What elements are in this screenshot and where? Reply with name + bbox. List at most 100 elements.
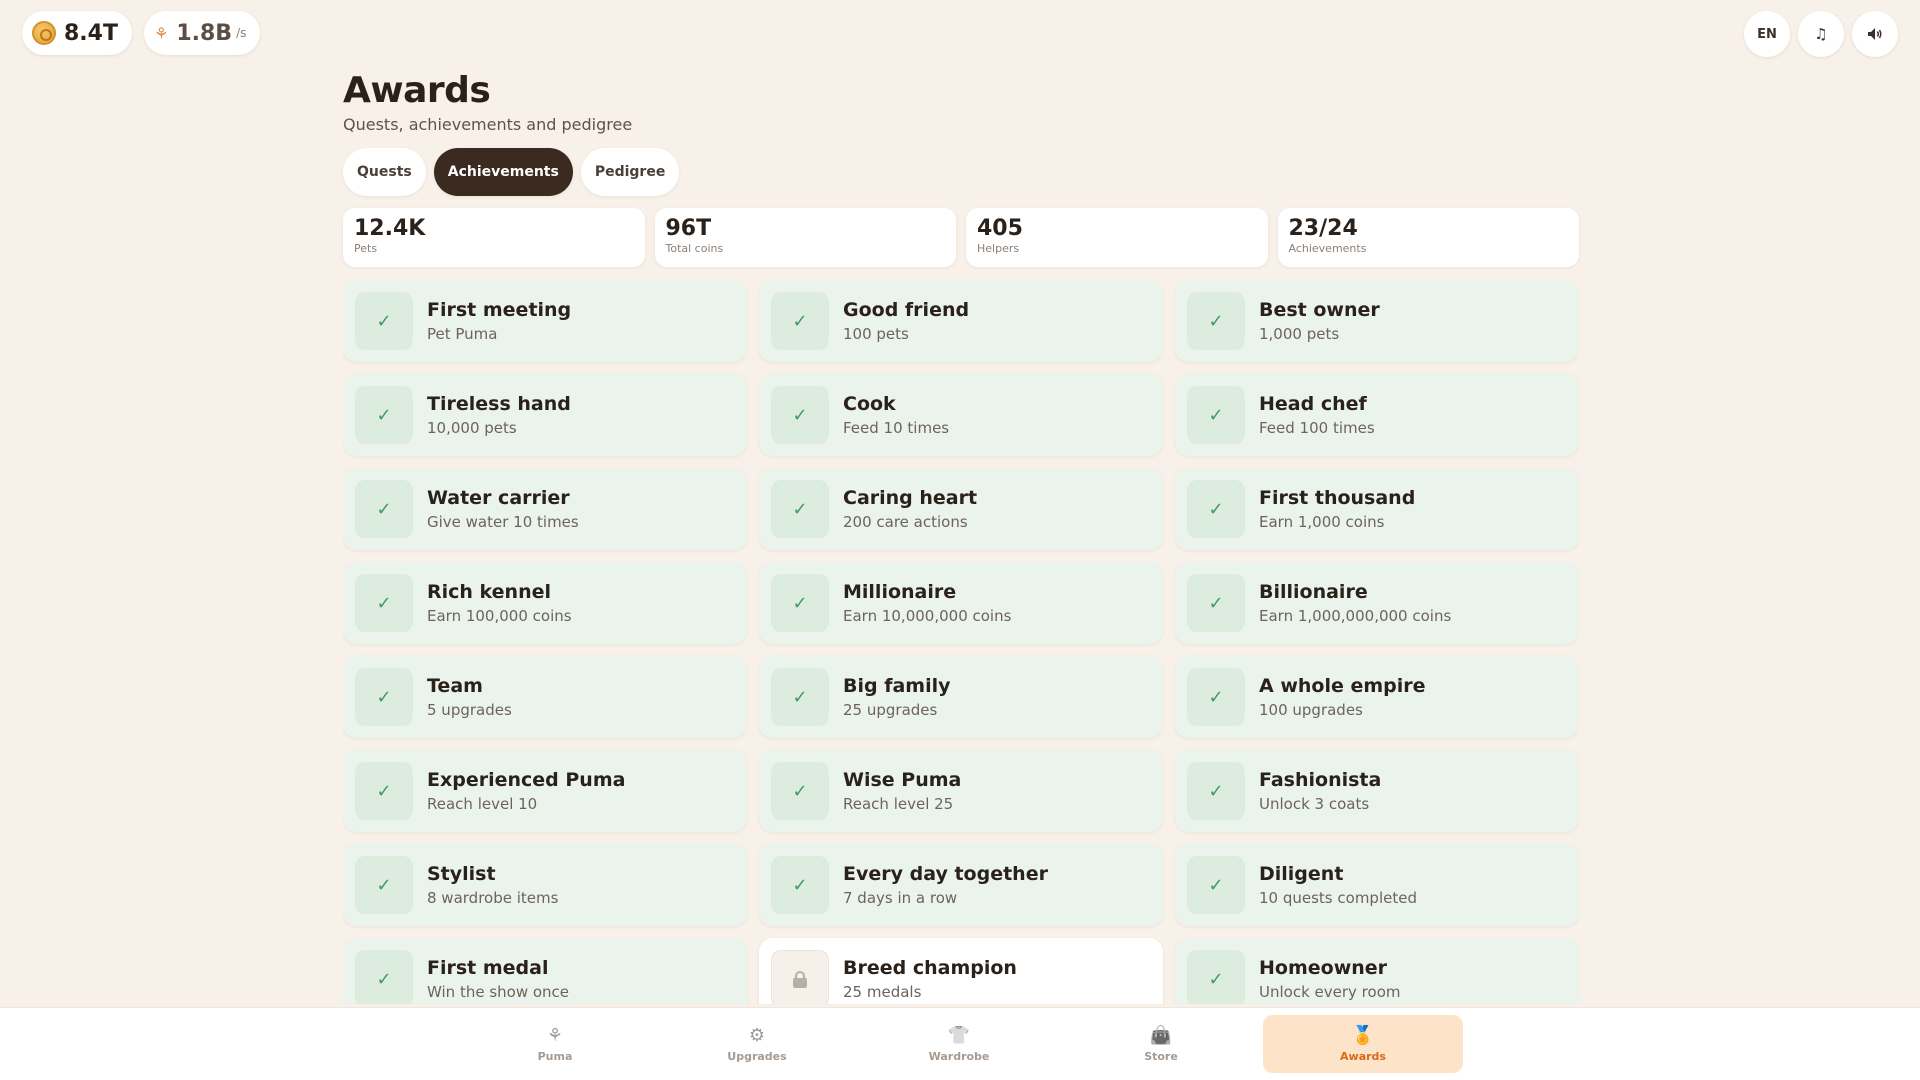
achievement-desc: 10,000 pets	[427, 419, 517, 437]
sound-button[interactable]	[1852, 11, 1898, 57]
page-title: Awards	[343, 70, 491, 111]
achievement-text: Head chef Feed 100 times	[1259, 392, 1375, 438]
achievement-name: Stylist	[427, 863, 496, 885]
achievement-desc: 25 medals	[843, 983, 922, 1001]
achievement-card: ✓ Head chef Feed 100 times	[1175, 374, 1579, 456]
achievement-card: ✓ Team 5 upgrades	[343, 656, 747, 738]
achievement-name: Breed champion	[843, 957, 1017, 979]
achievement-card: ✓ Rich kennel Earn 100,000 coins	[343, 562, 747, 644]
achievement-name: Team	[427, 675, 483, 697]
top-right-controls: EN ♫	[1744, 11, 1898, 57]
stat-total-coins: 96T Total coins	[654, 208, 956, 267]
coin-balance: 8.4T	[22, 11, 132, 55]
achievement-desc: Win the show once	[427, 983, 570, 1001]
achievement-card: ✓ First meeting Pet Puma	[343, 280, 747, 362]
achievement-card: ✓ Cook Feed 10 times	[759, 374, 1163, 456]
checkmark-icon: ✓	[355, 386, 413, 444]
nav-item-label: Awards	[1340, 1049, 1386, 1063]
checkmark-icon: ✓	[1187, 950, 1245, 1004]
achievement-card: ✓ Diligent 10 quests completed	[1175, 844, 1579, 926]
achievement-text: Wise Puma Reach level 25	[843, 768, 961, 814]
stat-value: 23/24	[1288, 216, 1358, 241]
paw-icon: ⚘	[546, 1024, 564, 1046]
achievement-name: First meeting	[427, 299, 572, 321]
achievement-card: ✓ Wise Puma Reach level 25	[759, 750, 1163, 832]
achievement-card: ✓ Good friend 100 pets	[759, 280, 1163, 362]
achievement-text: Best owner 1,000 pets	[1259, 298, 1380, 344]
language-button[interactable]: EN	[1744, 11, 1790, 57]
coin-icon	[32, 21, 56, 45]
stat-label: Achievements	[1288, 242, 1367, 255]
currency-bar: 8.4T ⚘ 1.8B /s	[22, 11, 261, 55]
achievement-desc: 100 upgrades	[1259, 701, 1363, 719]
achievement-desc: Earn 1,000,000,000 coins	[1259, 607, 1452, 625]
music-button[interactable]: ♫	[1798, 11, 1844, 57]
music-note-icon: ♫	[1814, 25, 1828, 43]
achievement-card: Breed champion 25 medals	[759, 938, 1163, 1004]
checkmark-icon: ✓	[771, 292, 829, 350]
achievement-text: Tireless hand 10,000 pets	[427, 392, 571, 438]
achievement-text: Breed champion 25 medals	[843, 956, 1017, 1002]
achievement-name: Good friend	[843, 299, 970, 321]
page-subtitle: Quests, achievements and pedigree	[343, 115, 633, 134]
achievement-text: Big family 25 upgrades	[843, 674, 951, 720]
achievement-desc: 1,000 pets	[1259, 325, 1340, 343]
stat-value: 96T	[665, 216, 712, 241]
achievement-text: Homeowner Unlock every room	[1259, 956, 1400, 1002]
achievement-name: Experienced Puma	[427, 769, 626, 791]
achievement-desc: 8 wardrobe items	[427, 889, 559, 907]
checkmark-icon: ✓	[771, 856, 829, 914]
nav-item-awards[interactable]: 🏅 Awards	[1263, 1015, 1463, 1073]
achievement-card: ✓ Big family 25 upgrades	[759, 656, 1163, 738]
checkmark-icon: ✓	[355, 950, 413, 1004]
stat-value: 12.4K	[354, 216, 426, 241]
achievement-desc: Feed 100 times	[1259, 419, 1375, 437]
achievement-name: Billionaire	[1259, 581, 1368, 603]
achievement-text: Billionaire Earn 1,000,000,000 coins	[1259, 580, 1451, 626]
checkmark-icon: ✓	[771, 480, 829, 538]
nav-item-wardrobe[interactable]: 👕 Wardrobe	[859, 1015, 1059, 1073]
achievement-name: Fashionista	[1259, 769, 1382, 791]
nav-item-puma[interactable]: ⚘ Puma	[455, 1015, 655, 1073]
tab-pedigree[interactable]: Pedigree	[580, 148, 680, 196]
stat-value: 405	[977, 216, 1023, 241]
achievement-card: ✓ First thousand Earn 1,000 coins	[1175, 468, 1579, 550]
achievement-card: ✓ Fashionista Unlock 3 coats	[1175, 750, 1579, 832]
checkmark-icon: ✓	[1187, 480, 1245, 538]
checkmark-icon: ✓	[771, 762, 829, 820]
tab-achievements[interactable]: Achievements	[433, 148, 573, 196]
nav-item-upgrades[interactable]: ⚙ Upgrades	[657, 1015, 857, 1073]
achievement-name: Big family	[843, 675, 951, 697]
rate-amount: 1.8B	[176, 20, 233, 46]
achievement-text: First meeting Pet Puma	[427, 298, 571, 344]
achievement-desc: Pet Puma	[427, 325, 498, 343]
achievement-desc: Earn 1,000 coins	[1259, 513, 1385, 531]
shirt-icon: 👕	[947, 1024, 971, 1046]
stat-label: Total coins	[665, 242, 724, 255]
checkmark-icon: ✓	[355, 480, 413, 538]
checkmark-icon: ✓	[771, 668, 829, 726]
nav-item-label: Store	[1144, 1049, 1178, 1063]
achievement-text: Water carrier Give water 10 times	[427, 486, 579, 532]
checkmark-icon: ✓	[1187, 668, 1245, 726]
achievement-card: ✓ Tireless hand 10,000 pets	[343, 374, 747, 456]
achievement-card: ✓ Experienced Puma Reach level 10	[343, 750, 747, 832]
bottom-nav: ⚘ Puma ⚙ Upgrades 👕 Wardrobe 👜 Store 🏅 Awards	[0, 1007, 1920, 1080]
achievement-desc: Feed 10 times	[843, 419, 950, 437]
nav-item-store[interactable]: 👜 Store	[1061, 1015, 1261, 1073]
checkmark-icon: ✓	[355, 856, 413, 914]
paw-icon: ⚘	[153, 23, 169, 43]
achievement-name: Rich kennel	[427, 581, 552, 603]
tab-bar: Quests Achievements Pedigree	[343, 148, 1579, 196]
checkmark-icon: ✓	[1187, 856, 1245, 914]
achievement-desc: Unlock 3 coats	[1259, 795, 1370, 813]
checkmark-icon: ✓	[771, 574, 829, 632]
stat-label: Pets	[354, 242, 378, 255]
lock-icon	[771, 950, 829, 1004]
achievement-text: Fashionista Unlock 3 coats	[1259, 768, 1381, 814]
achievement-text: A whole empire 100 upgrades	[1259, 674, 1426, 720]
main-content: Awards Quests, achievements and pedigree…	[343, 70, 1579, 1004]
achievement-name: Caring heart	[843, 487, 978, 509]
nav-item-label: Wardrobe	[928, 1049, 990, 1063]
tab-quests[interactable]: Quests	[343, 148, 426, 196]
